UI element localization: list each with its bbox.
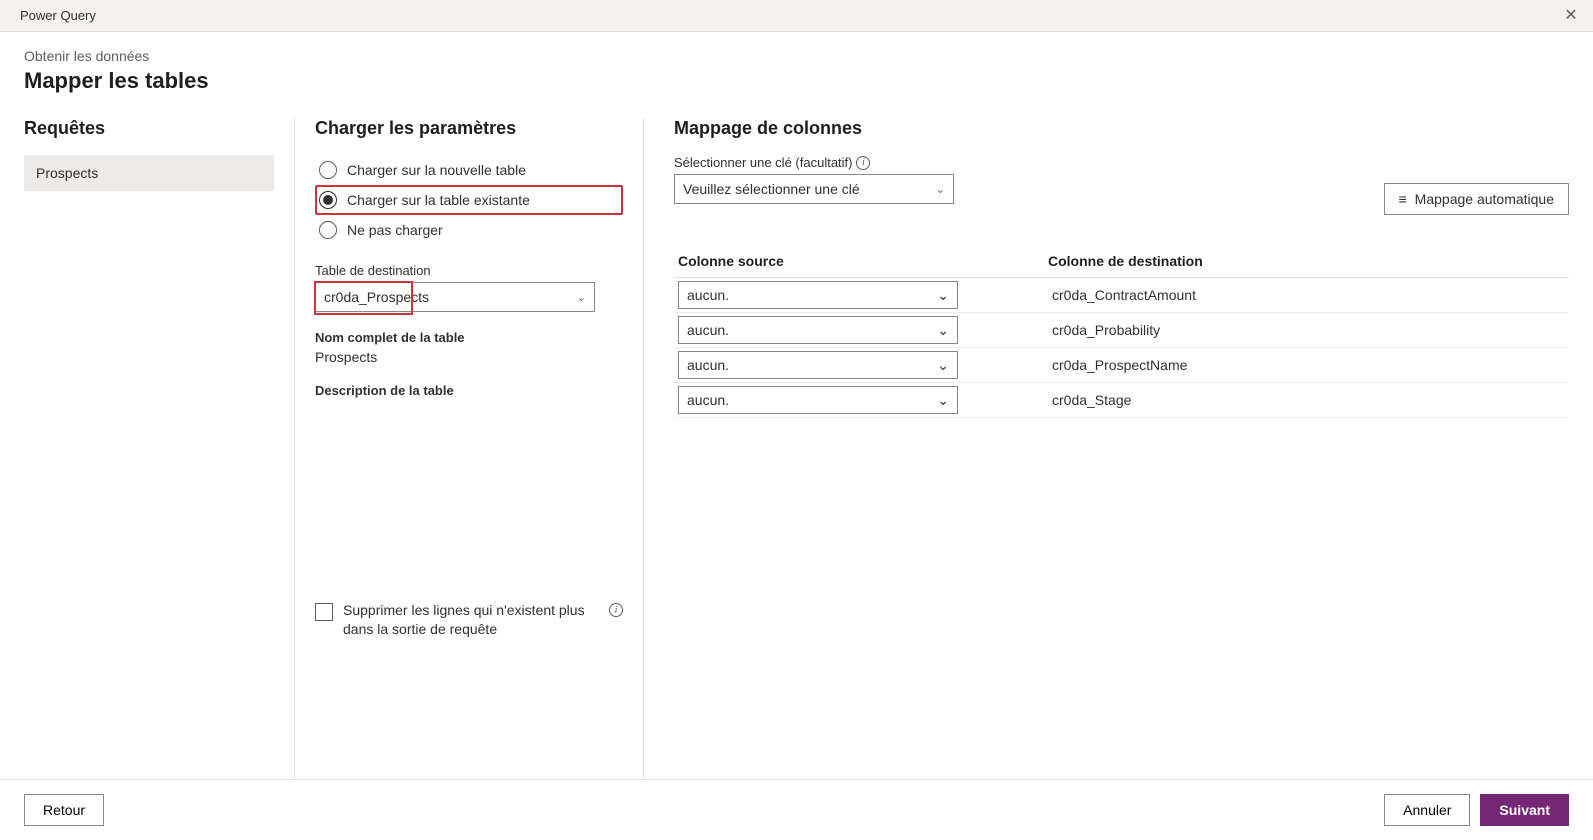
chevron-down-icon: ⌄ xyxy=(577,291,586,304)
key-label-text: Sélectionner une clé (facultatif) xyxy=(674,155,852,170)
source-select[interactable]: aucun. ⌄ xyxy=(678,316,958,344)
chevron-down-icon: ⌄ xyxy=(937,392,949,409)
auto-map-label: Mappage automatique xyxy=(1415,191,1554,207)
mapping-table: Colonne source Colonne de destination au… xyxy=(674,245,1569,418)
table-row: aucun. ⌄ cr0da_ProspectName xyxy=(674,348,1569,383)
radio-no-load[interactable]: Ne pas charger xyxy=(315,215,623,245)
desc-label: Description de la table xyxy=(315,383,623,398)
chevron-down-icon: ⌄ xyxy=(937,287,949,304)
source-value: aucun. xyxy=(687,287,729,303)
key-select[interactable]: Veuillez sélectionner une clé ⌄ xyxy=(674,174,954,204)
full-name-label: Nom complet de la table xyxy=(315,330,623,345)
full-name-field: Nom complet de la table Prospects xyxy=(315,330,623,365)
cancel-button[interactable]: Annuler xyxy=(1384,794,1470,826)
footer-right: Annuler Suivant xyxy=(1384,794,1569,826)
chevron-down-icon: ⌄ xyxy=(936,183,945,196)
source-select[interactable]: aucun. ⌄ xyxy=(678,386,958,414)
load-heading: Charger les paramètres xyxy=(315,118,623,139)
mapping-top-row: Sélectionner une clé (facultatif) i Veui… xyxy=(674,155,1569,215)
close-icon[interactable]: ✕ xyxy=(1561,8,1581,24)
mapping-panel: Mappage de colonnes Sélectionner une clé… xyxy=(644,118,1569,779)
col-dest-header: Colonne de destination xyxy=(1048,253,1565,269)
content-area: Requêtes Prospects Charger les paramètre… xyxy=(0,94,1593,779)
radio-label: Ne pas charger xyxy=(347,222,443,238)
key-field: Sélectionner une clé (facultatif) i Veui… xyxy=(674,155,954,204)
dest-table-value: cr0da_Prospects xyxy=(324,289,429,305)
dest-table-field: Table de destination cr0da_Prospects ⌄ xyxy=(315,263,623,312)
mapping-heading: Mappage de colonnes xyxy=(674,118,1569,139)
full-name-value: Prospects xyxy=(315,349,623,365)
next-button[interactable]: Suivant xyxy=(1480,794,1569,826)
delete-missing-row: Supprimer les lignes qui n'existent plus… xyxy=(315,601,623,779)
delete-missing-checkbox[interactable] xyxy=(315,603,333,621)
info-icon[interactable]: i xyxy=(856,156,870,170)
source-value: aucun. xyxy=(687,322,729,338)
dest-value: cr0da_Stage xyxy=(1048,392,1565,408)
load-settings-panel: Charger les paramètres Charger sur la no… xyxy=(294,118,644,779)
delete-missing-label: Supprimer les lignes qui n'existent plus… xyxy=(343,601,593,639)
table-row: aucun. ⌄ cr0da_ContractAmount xyxy=(674,278,1569,313)
breadcrumb: Obtenir les données xyxy=(24,48,1569,64)
table-row: aucun. ⌄ cr0da_Probability xyxy=(674,313,1569,348)
dest-value: cr0da_ContractAmount xyxy=(1048,287,1565,303)
query-item-prospects[interactable]: Prospects xyxy=(24,155,274,191)
auto-map-button[interactable]: Mappage automatique xyxy=(1384,183,1570,215)
key-placeholder: Veuillez sélectionner une clé xyxy=(683,181,860,197)
queries-heading: Requêtes xyxy=(24,118,274,139)
window-titlebar: Power Query ✕ xyxy=(0,0,1593,32)
load-option-group: Charger sur la nouvelle table Charger su… xyxy=(315,155,623,245)
dest-table-label: Table de destination xyxy=(315,263,623,278)
page-header: Obtenir les données Mapper les tables xyxy=(0,32,1593,94)
radio-icon xyxy=(319,221,337,239)
dest-value: cr0da_Probability xyxy=(1048,322,1565,338)
radio-label: Charger sur la nouvelle table xyxy=(347,162,526,178)
source-select[interactable]: aucun. ⌄ xyxy=(678,281,958,309)
footer: Retour Annuler Suivant xyxy=(0,779,1593,840)
col-source-header: Colonne source xyxy=(678,253,1048,269)
source-value: aucun. xyxy=(687,392,729,408)
mapping-table-head: Colonne source Colonne de destination xyxy=(674,245,1569,278)
source-value: aucun. xyxy=(687,357,729,373)
auto-map-icon xyxy=(1399,191,1407,207)
queries-panel: Requêtes Prospects xyxy=(24,118,294,779)
page-title: Mapper les tables xyxy=(24,68,1569,94)
chevron-down-icon: ⌄ xyxy=(937,357,949,374)
radio-icon xyxy=(319,191,337,209)
radio-new-table[interactable]: Charger sur la nouvelle table xyxy=(315,155,623,185)
table-row: aucun. ⌄ cr0da_Stage xyxy=(674,383,1569,418)
radio-existing-table[interactable]: Charger sur la table existante xyxy=(315,185,623,215)
window-title: Power Query xyxy=(20,8,96,23)
radio-label: Charger sur la table existante xyxy=(347,192,530,208)
desc-field: Description de la table xyxy=(315,383,623,402)
dest-value: cr0da_ProspectName xyxy=(1048,357,1565,373)
key-label: Sélectionner une clé (facultatif) i xyxy=(674,155,954,170)
dest-table-select[interactable]: cr0da_Prospects ⌄ xyxy=(315,282,595,312)
back-button[interactable]: Retour xyxy=(24,794,104,826)
source-select[interactable]: aucun. ⌄ xyxy=(678,351,958,379)
chevron-down-icon: ⌄ xyxy=(937,322,949,339)
radio-icon xyxy=(319,161,337,179)
info-icon[interactable]: i xyxy=(609,603,623,617)
